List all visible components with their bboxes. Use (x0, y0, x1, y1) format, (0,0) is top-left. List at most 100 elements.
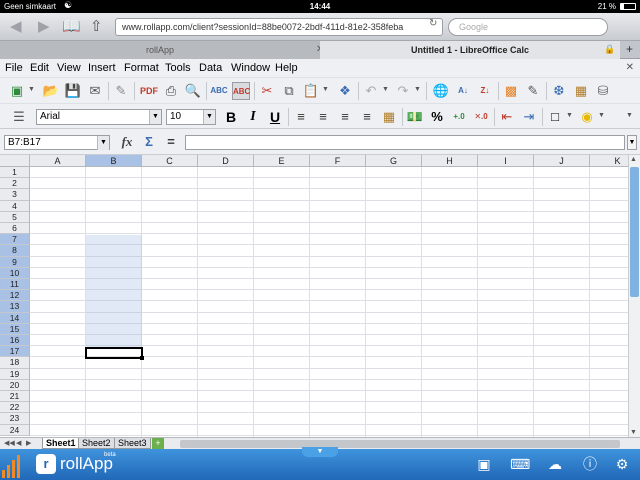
row-header[interactable]: 22 (0, 402, 30, 414)
forward-icon[interactable]: ▶ (38, 17, 50, 35)
vertical-scroll-thumb[interactable] (630, 167, 639, 297)
decrease-indent-icon[interactable]: ⇤ (498, 108, 516, 126)
italic-button[interactable]: I (244, 108, 262, 126)
column-header[interactable]: F (310, 155, 366, 167)
chevron-down-icon[interactable]: ▼ (28, 86, 35, 93)
cloud-icon[interactable]: ☁ (545, 455, 565, 473)
close-document-icon[interactable]: ✕ (626, 62, 634, 73)
hyperlink-icon[interactable]: 🌐 (432, 82, 450, 100)
rollapp-logo-icon[interactable]: r (36, 454, 56, 474)
back-icon[interactable]: ◀ (10, 17, 22, 35)
row-header[interactable]: 12 (0, 290, 30, 302)
bold-button[interactable]: B (222, 108, 240, 126)
column-header[interactable]: J (534, 155, 590, 167)
add-decimal-icon[interactable]: +.0 (450, 108, 468, 126)
font-size-combo[interactable]: 10 ▼ (166, 109, 216, 125)
percent-format-button[interactable]: % (428, 108, 446, 126)
share-icon[interactable]: ⇧ (90, 17, 103, 35)
toolbar-overflow-icon[interactable]: ▼ (626, 112, 633, 119)
menu-insert[interactable]: Insert (88, 62, 116, 74)
column-header[interactable]: E (254, 155, 310, 167)
navigator-icon[interactable]: ❆ (550, 82, 568, 100)
row-header[interactable]: 24 (0, 424, 30, 436)
undo-icon[interactable]: ↶ (362, 82, 380, 100)
edit-file-icon[interactable]: ✎ (112, 82, 130, 100)
gallery-icon[interactable]: ▦ (572, 82, 590, 100)
row-header[interactable]: 10 (0, 267, 30, 279)
function-equals-icon[interactable]: = (162, 133, 180, 151)
url-field[interactable]: www.rollapp.com/client?sessionId=88be007… (115, 18, 443, 36)
active-cell-cursor[interactable] (85, 347, 144, 360)
new-document-icon[interactable]: ▣ (8, 82, 26, 100)
row-header[interactable]: 8 (0, 245, 30, 257)
horizontal-scrollbar[interactable] (180, 440, 620, 448)
row-header[interactable]: 2 (0, 178, 30, 190)
chevron-down-icon[interactable]: ▼ (203, 110, 215, 124)
print-icon[interactable]: ⎙ (162, 82, 180, 100)
horizontal-scroll-thumb[interactable] (180, 440, 620, 448)
justify-icon[interactable]: ≡ (358, 108, 376, 126)
chevron-down-icon[interactable]: ▼ (322, 86, 329, 93)
row-header[interactable]: 11 (0, 279, 30, 291)
menu-view[interactable]: View (57, 62, 81, 74)
align-right-icon[interactable]: ≡ (336, 108, 354, 126)
underline-button[interactable]: U (266, 108, 284, 126)
row-header[interactable]: 13 (0, 301, 30, 313)
styles-icon[interactable]: ☰ (10, 108, 28, 126)
column-header[interactable]: G (366, 155, 422, 167)
row-header[interactable]: 3 (0, 189, 30, 201)
column-header[interactable]: A (30, 155, 86, 167)
column-header[interactable]: I (478, 155, 534, 167)
column-header[interactable]: C (142, 155, 198, 167)
row-header[interactable]: 17 (0, 346, 30, 358)
row-header[interactable]: 16 (0, 335, 30, 347)
save-icon[interactable]: 💾 (64, 82, 82, 100)
row-header[interactable]: 9 (0, 256, 30, 268)
row-header[interactable]: 19 (0, 368, 30, 380)
chevron-down-icon[interactable]: ▼ (566, 112, 573, 119)
sum-icon[interactable]: Σ (140, 133, 158, 151)
align-center-icon[interactable]: ≡ (314, 108, 332, 126)
gear-icon[interactable]: ⚙ (612, 455, 632, 473)
email-icon[interactable]: ✉ (86, 82, 104, 100)
row-header[interactable]: 15 (0, 323, 30, 335)
row-header[interactable]: 20 (0, 379, 30, 391)
chevron-down-icon[interactable]: ▼ (598, 112, 605, 119)
menu-help[interactable]: Help (275, 62, 298, 74)
chevron-down-icon[interactable]: ▼ (382, 86, 389, 93)
sheet-tab-sheet2[interactable]: Sheet2 (78, 438, 115, 449)
bookmarks-icon[interactable]: 📖 (62, 17, 81, 35)
name-box[interactable]: B7:B17 ▼ (4, 135, 110, 150)
align-left-icon[interactable]: ≡ (292, 108, 310, 126)
tab-libreoffice-calc[interactable]: Untitled 1 - LibreOffice Calc (320, 41, 620, 59)
merge-cells-icon[interactable]: ▦ (380, 108, 398, 126)
add-sheet-button[interactable]: + (152, 438, 164, 449)
row-header[interactable]: 21 (0, 391, 30, 403)
window-icon[interactable]: ▣ (474, 455, 494, 473)
menu-window[interactable]: Window (231, 62, 270, 74)
tab-rollapp[interactable]: rollApp (0, 41, 320, 59)
vertical-scrollbar[interactable]: ▲ ▼ (628, 155, 640, 437)
keyboard-icon[interactable]: ⌨ (510, 455, 530, 473)
select-all-corner[interactable] (0, 155, 30, 167)
sheet-tab-sheet1[interactable]: Sheet1 (42, 438, 80, 449)
row-header[interactable]: 4 (0, 200, 30, 212)
chevron-down-icon[interactable]: ▼ (149, 110, 161, 124)
borders-icon[interactable]: □ (546, 108, 564, 126)
first-sheet-icon[interactable]: ◀◀ (4, 439, 15, 447)
sheet-tab-sheet3[interactable]: Sheet3 (114, 438, 151, 449)
chevron-down-icon[interactable]: ▼ (414, 86, 421, 93)
scroll-down-icon[interactable]: ▼ (630, 429, 637, 436)
autospellcheck-icon[interactable]: ABC (232, 82, 250, 100)
export-pdf-icon[interactable]: PDF (140, 82, 158, 100)
row-header[interactable]: 5 (0, 211, 30, 223)
column-header[interactable]: B (86, 155, 142, 167)
open-folder-icon[interactable]: 📂 (42, 82, 60, 100)
menu-edit[interactable]: Edit (30, 62, 49, 74)
draw-functions-icon[interactable]: ✎ (524, 82, 542, 100)
reload-icon[interactable]: ↻ (429, 18, 437, 29)
sort-descending-icon[interactable]: Z↓ (476, 82, 494, 100)
collapse-handle[interactable]: ▼ (302, 447, 338, 457)
scroll-up-icon[interactable]: ▲ (630, 156, 637, 163)
function-wizard-icon[interactable]: fx (118, 133, 136, 151)
